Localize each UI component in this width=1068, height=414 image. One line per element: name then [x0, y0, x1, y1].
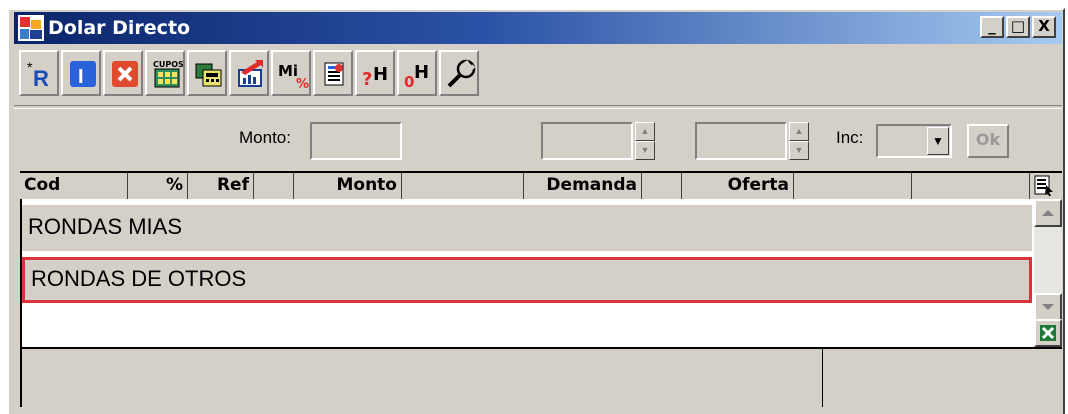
col-demanda[interactable]: Demanda [524, 173, 642, 199]
new-r-button[interactable]: * R [19, 50, 59, 96]
col-monto[interactable]: Monto [294, 173, 402, 199]
maximize-button[interactable]: □ [1006, 16, 1030, 38]
help-h-icon: ? H [362, 64, 388, 90]
wrench-icon [447, 59, 476, 88]
mi-percent-button[interactable]: Mi % [271, 50, 311, 96]
mi-percent-icon: Mi % [278, 62, 309, 90]
svg-text:H: H [414, 62, 429, 83]
arrow-down-icon [1042, 304, 1054, 310]
chart-icon [238, 60, 263, 87]
close-button[interactable]: X [1032, 16, 1056, 38]
value-field-2[interactable] [695, 122, 787, 160]
scroll-down-button[interactable] [1034, 293, 1062, 321]
monto-input[interactable] [310, 122, 402, 160]
scroll-up-button[interactable] [1034, 199, 1062, 227]
cancel-icon [112, 61, 138, 87]
status-bar [20, 349, 1062, 407]
excel-x-icon [1040, 325, 1056, 341]
chevron-down-icon[interactable]: ▼ [927, 127, 949, 155]
svg-text:%: % [296, 77, 309, 90]
spin-up-icon[interactable]: ▲ [789, 122, 809, 141]
list-item[interactable]: RONDAS MIAS [22, 205, 1032, 251]
cupos-icon: CUPOS [153, 60, 183, 88]
clear-excel-button[interactable] [1034, 319, 1062, 347]
col-empty-4[interactable] [794, 173, 912, 199]
col-empty-3[interactable] [642, 173, 682, 199]
svg-text:I: I [78, 66, 84, 88]
col-empty-1[interactable] [254, 173, 294, 199]
col-empty-2[interactable] [402, 173, 524, 199]
new-r-icon: * R [27, 59, 49, 90]
list-item-selected[interactable]: RONDAS DE OTROS [22, 257, 1032, 303]
rounds-grid: RONDAS MIAS RONDAS DE OTROS [20, 199, 1062, 349]
inc-select[interactable]: ▼ [876, 124, 952, 158]
column-chooser-icon[interactable] [1034, 175, 1054, 197]
book-icon [324, 62, 344, 86]
value-field-1[interactable] [541, 122, 633, 160]
window: Dolar Directo _ □ X * R I CUPOS Mi % ? H… [7, 8, 1065, 414]
col-percent[interactable]: % [128, 173, 188, 199]
vertical-scrollbar[interactable] [1034, 199, 1062, 347]
spin-up-icon[interactable]: ▲ [635, 122, 655, 141]
col-ref[interactable]: Ref [188, 173, 254, 199]
col-oferta[interactable]: Oferta [682, 173, 794, 199]
spin-down-icon[interactable]: ▼ [635, 141, 655, 160]
app-icon [18, 15, 44, 41]
svg-text:0: 0 [404, 73, 414, 90]
info-button[interactable]: I [61, 50, 101, 96]
ok-button[interactable]: Ok [967, 124, 1009, 158]
spin-buttons-2[interactable]: ▲ ▼ [789, 122, 809, 160]
svg-text:?: ? [362, 69, 372, 90]
monto-label: Monto: [239, 128, 291, 147]
cupos-button[interactable]: CUPOS [145, 50, 185, 96]
svg-text:H: H [373, 64, 388, 85]
help-h-button[interactable]: ? H [355, 50, 395, 96]
wrench-button[interactable] [439, 50, 479, 96]
info-icon: I [70, 61, 96, 88]
spin-buttons-1[interactable]: ▲ ▼ [635, 122, 655, 160]
calculator-icon [195, 63, 222, 87]
svg-text:R: R [33, 66, 49, 90]
spin-down-icon[interactable]: ▼ [789, 141, 809, 160]
zero-h-icon: 0 H [404, 62, 429, 90]
col-cod[interactable]: Cod [20, 173, 128, 199]
zero-h-button[interactable]: 0 H [397, 50, 437, 96]
inc-label: Inc: [836, 128, 864, 147]
cancel-button[interactable] [103, 50, 143, 96]
title-bar[interactable]: Dolar Directo _ □ X [14, 12, 1062, 44]
calculator-button[interactable] [187, 50, 227, 96]
toolbar-divider [14, 105, 1062, 109]
svg-text:CUPOS: CUPOS [153, 60, 183, 69]
toolbar: * R I CUPOS Mi % ? H 0 H [19, 50, 659, 98]
window-title: Dolar Directo [48, 17, 191, 39]
minimize-button[interactable]: _ [980, 16, 1004, 38]
chart-button[interactable] [229, 50, 269, 96]
col-empty-5[interactable] [912, 173, 1030, 199]
book-button[interactable] [313, 50, 353, 96]
column-header: Cod % Ref Monto Demanda Oferta [20, 171, 1062, 199]
arrow-up-icon [1042, 210, 1054, 216]
status-divider [822, 349, 823, 407]
